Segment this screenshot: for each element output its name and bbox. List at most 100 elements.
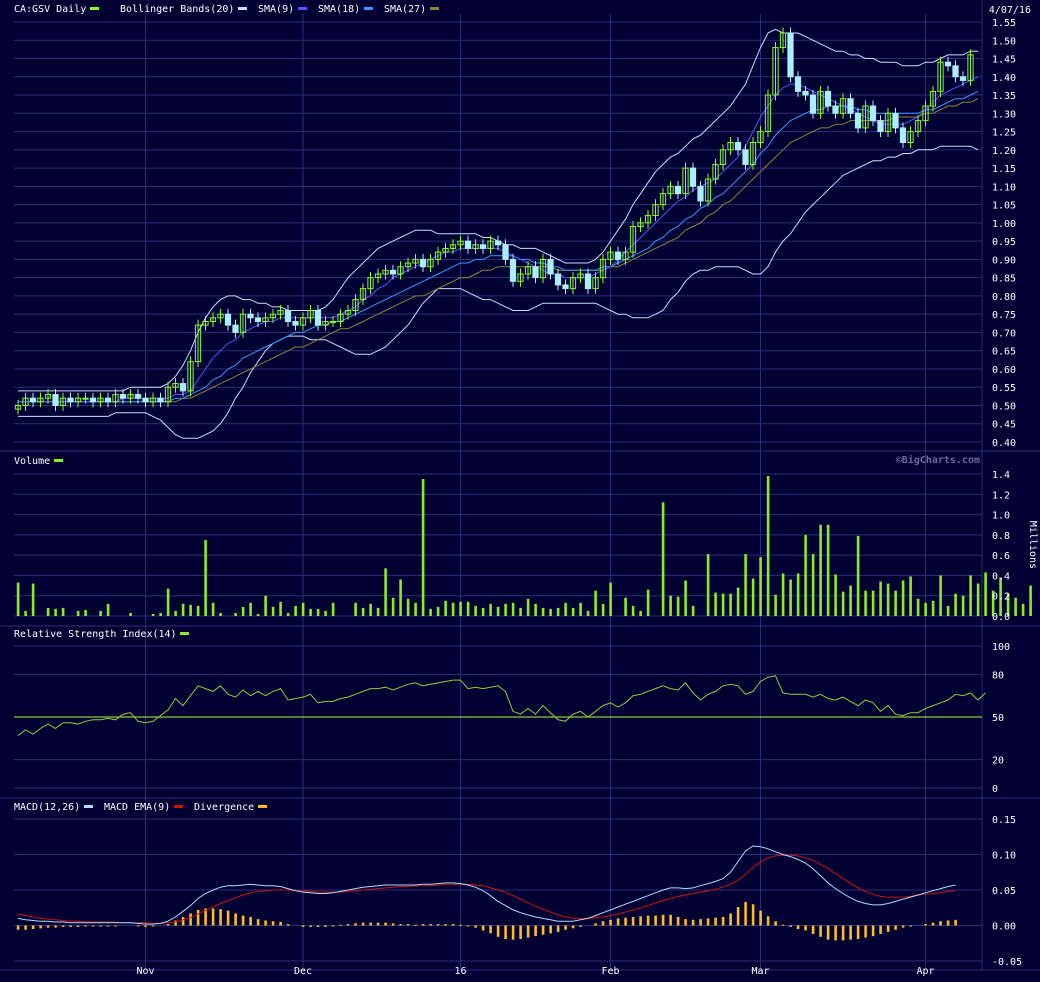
volume-bar: [811, 554, 815, 616]
volume-tick-label: 0.2: [992, 592, 1010, 603]
volume-bar: [879, 581, 882, 616]
price-tick-label: 0.50: [992, 401, 1016, 412]
volume-bar: [669, 595, 672, 616]
volume-bar: [271, 606, 275, 616]
divergence-bar: [69, 925, 72, 927]
divergence-bar: [459, 924, 462, 926]
candle-body: [104, 397, 112, 403]
divergence-bar: [489, 925, 492, 934]
candle-body: [809, 94, 817, 114]
divergence-bar: [429, 924, 432, 926]
volume-bar: [834, 574, 837, 616]
candle-body: [734, 142, 742, 151]
candle-body: [502, 244, 509, 260]
divergence-bar: [789, 925, 792, 927]
divergence-bar: [549, 925, 552, 934]
divergence-bar: [189, 913, 192, 926]
volume-bar: [481, 607, 485, 616]
volume-bar: [174, 610, 177, 616]
divergence-bar: [136, 925, 140, 927]
price-tick-label: 1.15: [992, 164, 1016, 175]
volume-bar: [324, 610, 327, 616]
volume-bar: [856, 535, 860, 616]
divergence-bar: [346, 924, 350, 926]
volume-bar: [706, 554, 710, 616]
volume-bar: [586, 610, 590, 616]
candle-body: [794, 76, 802, 92]
volume-bar: [384, 568, 387, 616]
divergence-bar: [691, 919, 695, 926]
divergence-bar: [954, 919, 957, 926]
volume-bar: [294, 605, 297, 616]
candle-body: [877, 120, 884, 133]
divergence-bar: [669, 914, 672, 926]
divergence-bar: [541, 925, 545, 935]
divergence-bar: [631, 916, 635, 926]
divergence-bar: [354, 923, 357, 926]
candle-body: [52, 394, 59, 406]
divergence-bar: [324, 925, 327, 927]
rsi-tick-label: 50: [992, 713, 1004, 724]
candle-body: [824, 90, 832, 107]
price-legend-label: CA:GSV Daily: [14, 4, 86, 15]
candle-body: [247, 313, 254, 319]
divergence-bar: [826, 925, 830, 940]
divergence-bar: [144, 925, 147, 927]
volume-bar: [196, 605, 200, 616]
price-tick-label: 0.80: [992, 292, 1016, 303]
watermark: ©BigCharts.com: [896, 454, 980, 466]
volume-bar: [804, 534, 807, 616]
divergence-bar: [451, 924, 455, 926]
volume-tick-label: 1.0: [992, 511, 1010, 522]
volume-bar: [676, 596, 680, 616]
volume-bar: [189, 604, 192, 616]
price-legend-swatch: [298, 7, 307, 10]
divergence-bar: [511, 925, 515, 940]
candle-body: [479, 244, 487, 249]
candle-body: [284, 310, 292, 322]
volume-bar: [744, 554, 747, 616]
divergence-bar: [414, 924, 417, 926]
volume-bar: [541, 607, 545, 616]
candle-body: [614, 251, 622, 260]
candle-body: [802, 90, 809, 96]
divergence-bar: [226, 910, 230, 926]
volume-bar: [691, 605, 695, 616]
divergence-bar: [61, 925, 65, 927]
candle-body: [67, 397, 74, 403]
divergence-bar: [316, 925, 320, 927]
macd-tick-label: 0.10: [992, 851, 1016, 862]
divergence-bar: [166, 924, 170, 926]
divergence-bar: [759, 910, 762, 926]
volume-bar: [474, 605, 477, 616]
volume-bar: [414, 602, 417, 616]
candle-body: [899, 127, 907, 144]
divergence-bar: [309, 925, 312, 927]
divergence-bar: [84, 925, 87, 927]
divergence-bar: [331, 925, 335, 927]
divergence-bar: [841, 925, 845, 941]
volume-bar: [721, 593, 725, 616]
volume-bar: [301, 602, 305, 616]
divergence-bar: [151, 925, 155, 927]
divergence-bar: [594, 923, 597, 926]
volume-legend-swatch: [54, 459, 63, 462]
volume-bar: [661, 502, 665, 616]
divergence-bar: [31, 925, 35, 930]
volume-bar: [399, 579, 402, 616]
volume-bar: [234, 612, 237, 616]
volume-bar: [421, 479, 425, 616]
divergence-bar: [766, 916, 770, 926]
volume-bar: [166, 588, 170, 616]
macd-legend-label: MACD EMA(9): [104, 802, 170, 813]
divergence-bar: [496, 925, 500, 937]
candle-body: [959, 76, 967, 81]
chart-background: [0, 0, 1040, 978]
candle-body: [82, 397, 89, 400]
candle-body: [292, 320, 299, 326]
chart-canvas: CA:GSV Daily Bollinger Bands(20) SMA(9) SMA…: [0, 0, 1040, 978]
candle-body: [224, 313, 232, 326]
volume-bar: [871, 590, 875, 616]
x-tick-label: Apr: [916, 966, 934, 977]
candle-body: [419, 258, 427, 268]
